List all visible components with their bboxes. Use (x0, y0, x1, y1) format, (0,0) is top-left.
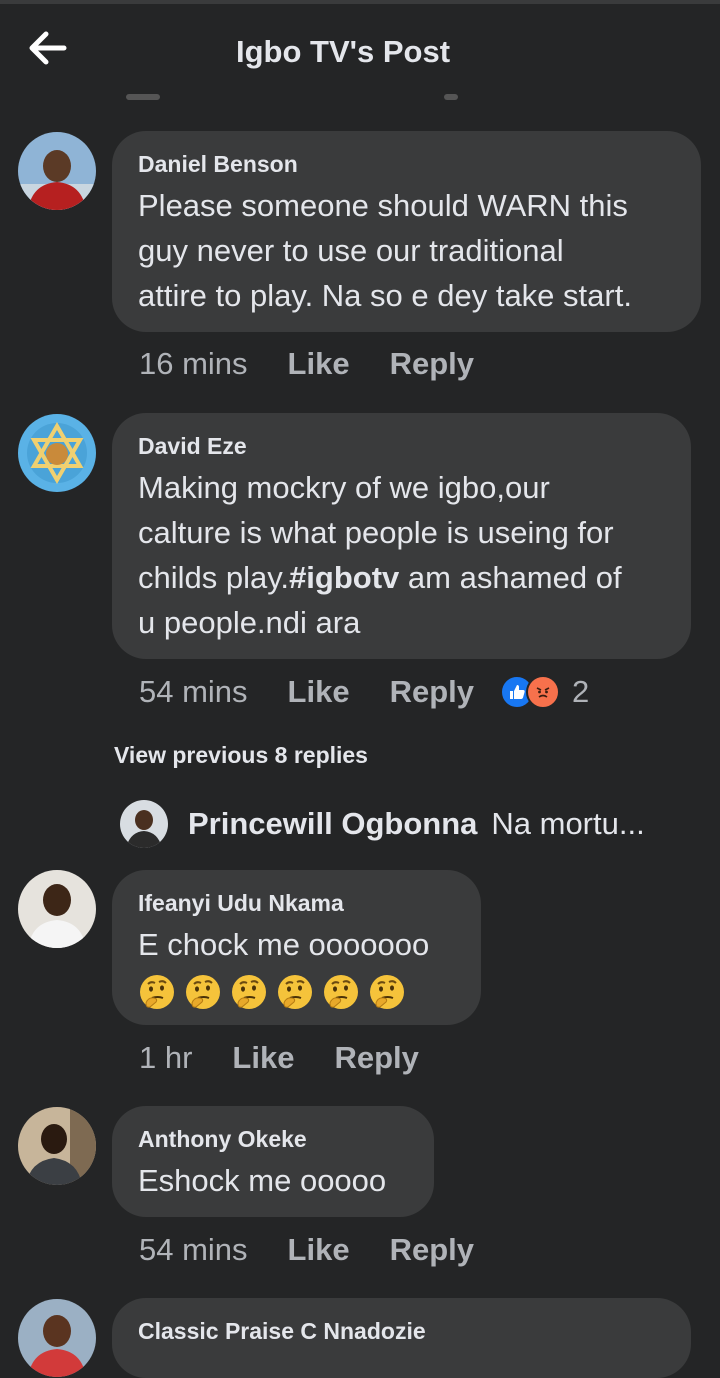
angry-reaction-icon (526, 675, 560, 709)
reply-snippet: Na mortu... (491, 806, 645, 841)
app-header: Igbo TV's Post (0, 4, 720, 96)
reply-button[interactable]: Reply (334, 1040, 418, 1076)
reply-author: Princewill Ogbonna (188, 806, 478, 841)
avatar[interactable] (18, 870, 96, 948)
comment-text: Eshock me ooooo (138, 1163, 387, 1198)
comment-bubble: David Eze Making mockry of we igbo,our c… (112, 413, 691, 659)
comment-time[interactable]: 54 mins (139, 674, 248, 710)
thinking-face-icon (278, 975, 312, 1009)
scrolled-content-edge (444, 94, 458, 100)
reaction-summary[interactable]: 2 (500, 674, 589, 710)
thinking-face-icon (232, 975, 266, 1009)
reply-button[interactable]: Reply (390, 346, 474, 382)
reply-button[interactable]: Reply (390, 674, 474, 710)
comment-bubble: Daniel Benson Please someone should WARN… (112, 131, 701, 332)
comment-actions: 54 mins Like Reply 2 (139, 674, 589, 710)
emoji-row (138, 973, 455, 1011)
comment-time[interactable]: 16 mins (139, 346, 248, 382)
like-button[interactable]: Like (288, 674, 350, 710)
comment-bubble: Classic Praise C Nnadozie (112, 1298, 691, 1378)
like-button[interactable]: Like (288, 1232, 350, 1268)
avatar[interactable] (18, 414, 96, 492)
comment-text: E chock me ooooooo (138, 927, 430, 962)
avatar[interactable] (18, 132, 96, 210)
comment-bubble: Ifeanyi Udu Nkama E chock me ooooooo (112, 870, 481, 1025)
page-title: Igbo TV's Post (235, 34, 451, 69)
avatar[interactable] (18, 1107, 96, 1185)
comment-author[interactable]: Anthony Okeke (138, 1126, 408, 1152)
comment-time[interactable]: 1 hr (139, 1040, 192, 1076)
avatar (120, 800, 168, 848)
comment-author[interactable]: David Eze (138, 433, 665, 459)
avatar[interactable] (18, 1299, 96, 1377)
comment-time[interactable]: 54 mins (139, 1232, 248, 1268)
comment-author[interactable]: Classic Praise C Nnadozie (138, 1318, 665, 1344)
comment-bubble: Anthony Okeke Eshock me ooooo (112, 1106, 434, 1217)
hashtag-link[interactable]: #igbotv (289, 560, 399, 595)
thinking-face-icon (370, 975, 404, 1009)
reaction-count: 2 (572, 674, 590, 709)
thinking-face-icon (186, 975, 220, 1009)
scrolled-content-edge (126, 94, 160, 100)
comment-actions: 54 mins Like Reply (139, 1232, 474, 1268)
comment-text: Making mockry of we igbo,our calture is … (138, 465, 665, 645)
comment-text: Please someone should WARN this guy neve… (138, 188, 632, 313)
comment-author[interactable]: Ifeanyi Udu Nkama (138, 890, 455, 916)
comment-actions: 16 mins Like Reply (139, 346, 474, 382)
thinking-face-icon (324, 975, 358, 1009)
reply-button[interactable]: Reply (390, 1232, 474, 1268)
comment-author[interactable]: Daniel Benson (138, 151, 675, 177)
reply-preview[interactable]: Princewill Ogbonna Na mortu... (120, 800, 645, 848)
like-button[interactable]: Like (232, 1040, 294, 1076)
view-previous-replies-link[interactable]: View previous 8 replies (114, 742, 368, 769)
comment-actions: 1 hr Like Reply (139, 1040, 419, 1076)
thinking-face-icon (140, 975, 174, 1009)
like-button[interactable]: Like (288, 346, 350, 382)
